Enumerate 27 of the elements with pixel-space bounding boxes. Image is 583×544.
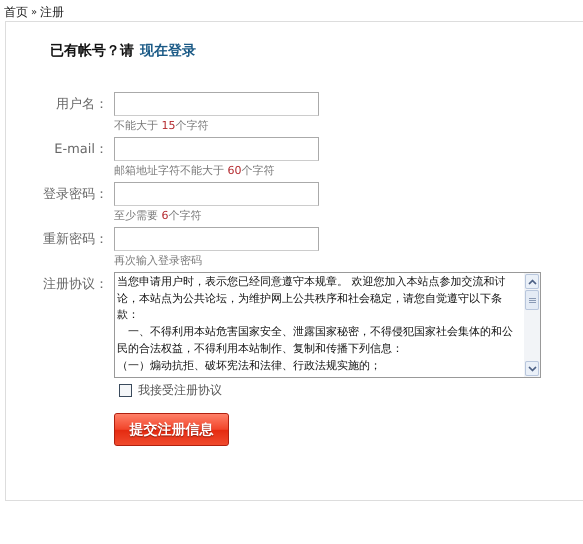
- field-hint: 不能大于 15个字符: [114, 118, 210, 133]
- breadcrumb-current: 注册: [40, 4, 64, 20]
- agreement-box[interactable]: 当您申请用户时，表示您已经同意遵守本规章。 欢迎您加入本站点参加交流和讨论，本站点为公共论坛，为维护网上公共秩序和社会稳定，请您自觉遵守以下条款： 一、不得利用本站危害国家安全、泄露国家秘密，不得侵犯国家社会集体的和公民的合法权益，不得利用本站制作、复制和传播下列信息： （一）煽动抗拒、破坏宪法和法律、行政法规实施的；: [114, 272, 541, 378]
- field-label: 登录密码：: [43, 186, 108, 203]
- input-field[interactable]: [114, 182, 319, 206]
- submit-button[interactable]: 提交注册信息: [114, 413, 229, 446]
- breadcrumb-link[interactable]: 首页: [4, 4, 28, 20]
- agreement-text: （一）煽动抗拒、破坏宪法和法律、行政法规实施的；: [117, 358, 382, 374]
- field-hint: 再次输入登录密码: [114, 253, 203, 268]
- agreement-text: 一、不得利用本站危害国家安全、泄露国家秘密，不得侵犯国家社会集体的和公民的合法权益，不得利用本站制作、复制和传播下列信息：: [117, 324, 514, 357]
- login-prompt: 已有帐号？请: [50, 42, 134, 60]
- agreement-text: 当您申请用户时，表示您已经同意遵守本规章。 欢迎您加入本站点参加交流和讨论，本站点为公共论坛，为维护网上公共秩序和社会稳定，请您自觉遵守以下条款：: [117, 274, 507, 324]
- checkbox[interactable]: [119, 384, 132, 397]
- input-field[interactable]: [114, 227, 319, 251]
- field-label: 用户名：: [56, 96, 108, 113]
- field-label: 重新密码：: [43, 231, 108, 248]
- input-field[interactable]: [114, 137, 319, 161]
- input-field[interactable]: [114, 92, 319, 116]
- login-link[interactable]: 现在登录: [140, 42, 196, 60]
- field-hint: 至少需要 6个字符: [114, 208, 202, 223]
- field-label: E-mail：: [54, 141, 108, 158]
- checkbox-label: 我接受注册协议: [138, 382, 222, 399]
- scrollbar[interactable]: [524, 273, 540, 377]
- breadcrumb-separator: »: [31, 6, 38, 18]
- grip-icon[interactable]: [528, 298, 536, 302]
- field-label: 注册协议：: [43, 276, 108, 293]
- field-hint: 邮箱地址字符不能大于 60个字符: [114, 163, 276, 178]
